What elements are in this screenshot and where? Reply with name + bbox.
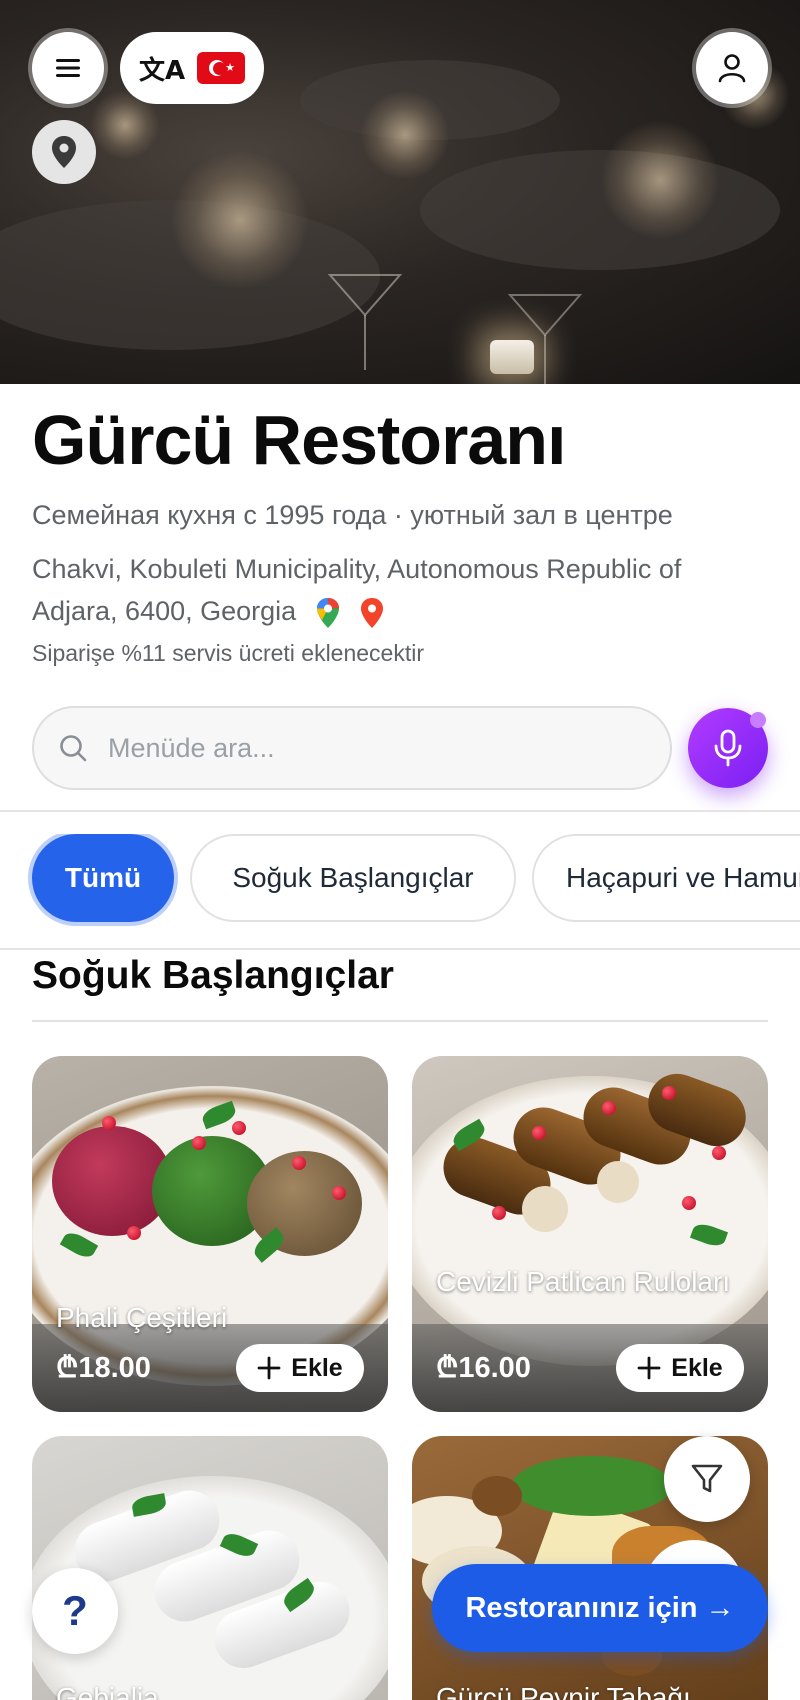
- help-button[interactable]: ?: [32, 1568, 118, 1654]
- cta-label: Restoranınız için →: [465, 1591, 735, 1624]
- location-pin-icon: [52, 136, 76, 168]
- search-divider: [0, 810, 800, 812]
- tabs-divider: [0, 948, 800, 950]
- plus-icon: [637, 1356, 661, 1380]
- item-name: Cevizli Patlican Ruloları: [436, 1266, 731, 1297]
- tab-khachapuri[interactable]: Haçapuri ve Hamur İşleri: [532, 834, 800, 922]
- google-maps-icon[interactable]: [316, 597, 340, 629]
- item-name: Gebjalia: [56, 1682, 159, 1700]
- item-name: Phali Çeşitleri: [56, 1302, 228, 1333]
- service-fee-note: Siparişe %11 servis ücreti eklenecektir: [32, 640, 425, 666]
- user-profile-button[interactable]: [696, 32, 768, 104]
- hero-image: [0, 0, 800, 384]
- tab-label: Tümü: [64, 862, 142, 893]
- search-icon: [60, 735, 87, 762]
- filter-icon: [691, 1464, 723, 1493]
- search-bar[interactable]: [32, 706, 672, 790]
- tab-cold-starters[interactable]: Soğuk Başlangıçlar: [190, 834, 516, 922]
- translate-icon: 文A: [138, 55, 186, 86]
- language-selector[interactable]: 文A ★: [120, 32, 264, 104]
- menu-item-card[interactable]: Cevizli Patlican Ruloları ₾16.00 Ekle: [412, 1056, 768, 1412]
- menu-button[interactable]: [32, 32, 104, 104]
- category-tabs: Tümü Soğuk Başlangıçlar Haçapuri ve Hamu…: [0, 834, 800, 926]
- hamburger-icon: [56, 59, 80, 77]
- item-price: ₾16.00: [436, 1352, 531, 1384]
- user-icon: [718, 54, 746, 83]
- mic-indicator-dot: [750, 712, 766, 728]
- for-your-restaurant-button[interactable]: Restoranınız için →: [432, 1564, 768, 1652]
- tab-all[interactable]: Tümü: [32, 834, 174, 922]
- search-input[interactable]: [108, 732, 628, 764]
- add-label: Ekle: [291, 1353, 343, 1382]
- menu-item-card[interactable]: Gebjalia: [32, 1436, 388, 1700]
- add-label: Ekle: [671, 1353, 723, 1382]
- microphone-icon: [714, 729, 742, 767]
- plus-icon: [257, 1356, 281, 1380]
- section-divider: [32, 1020, 768, 1022]
- turkey-flag-icon: ★: [197, 52, 246, 84]
- location-button[interactable]: [32, 120, 96, 184]
- restaurant-address: Chakvi, Kobuleti Municipality, Autonomou…: [32, 548, 772, 632]
- add-to-cart-button[interactable]: Ekle: [616, 1344, 744, 1392]
- item-name: Gürcü Peynir Tabağı: [436, 1682, 691, 1700]
- filter-button[interactable]: [664, 1436, 750, 1522]
- section-title: Soğuk Başlangıçlar: [32, 954, 394, 997]
- menu-item-card[interactable]: Phali Çeşitleri ₾18.00 Ekle: [32, 1056, 388, 1412]
- help-icon: ?: [62, 1587, 88, 1634]
- add-to-cart-button[interactable]: Ekle: [236, 1344, 364, 1392]
- restaurant-name: Gürcü Restoranı: [32, 401, 566, 479]
- restaurant-tagline: Семейная кухня с 1995 года · уютный зал …: [32, 500, 673, 530]
- item-price: ₾18.00: [56, 1352, 151, 1384]
- tab-label: Soğuk Başlangıçlar: [232, 862, 474, 893]
- address-text: Chakvi, Kobuleti Municipality, Autonomou…: [32, 554, 682, 626]
- map-pin-icon[interactable]: [359, 597, 385, 629]
- tab-label: Haçapuri ve Hamur İşleri: [566, 862, 800, 893]
- voice-search-button[interactable]: [688, 708, 768, 788]
